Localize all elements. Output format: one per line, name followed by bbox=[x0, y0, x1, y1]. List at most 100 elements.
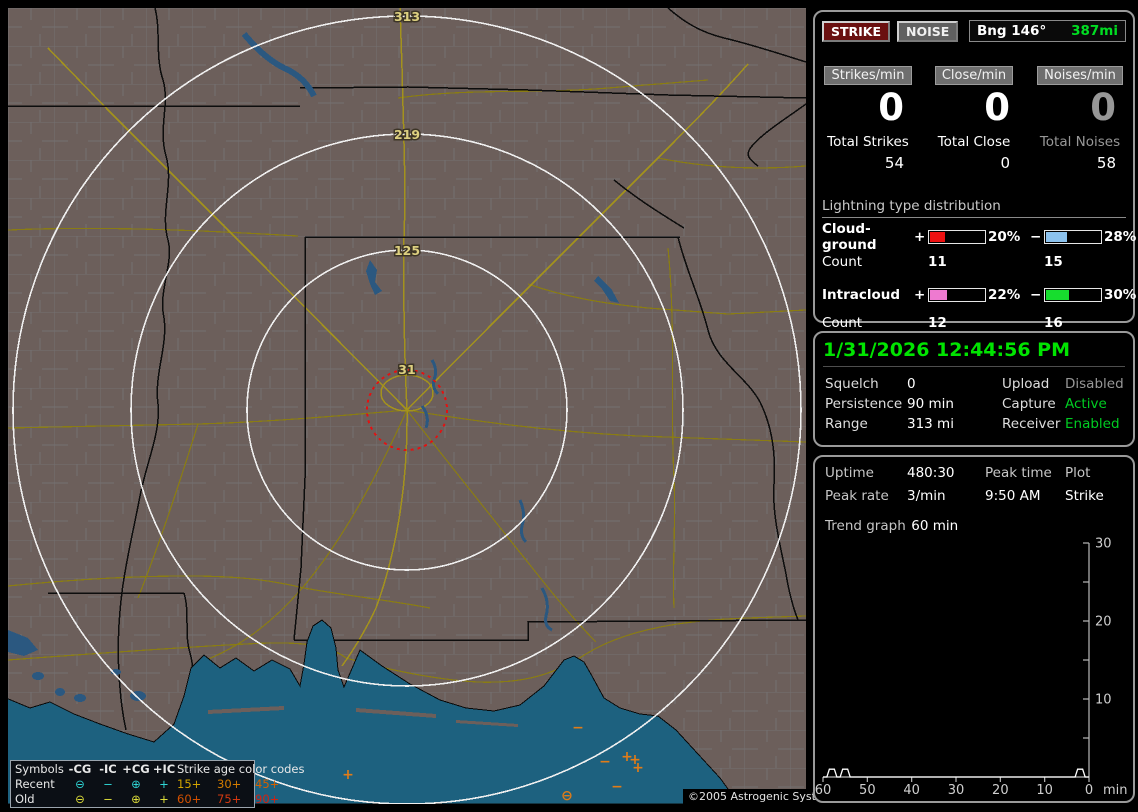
legend-symbols-title: Symbols bbox=[15, 762, 64, 776]
svg-text:30: 30 bbox=[948, 783, 965, 798]
close-column: Close/min 0 Total Close 0 bbox=[928, 66, 1020, 172]
svg-text:60: 60 bbox=[815, 783, 831, 798]
minus-sign: − bbox=[1030, 286, 1042, 303]
upload-label: Upload bbox=[1002, 376, 1050, 392]
status-grid: Squelch 0 Upload Disabled Persistence 90… bbox=[825, 376, 1133, 432]
cloud-ground-count-row: Count 11 15 bbox=[822, 249, 1126, 274]
cg-negative-pct: 28% bbox=[1104, 229, 1137, 245]
range-ring-label-313: 313 bbox=[394, 9, 420, 24]
noises-column: Noises/min 0 Total Noises 58 bbox=[1034, 66, 1126, 172]
receiver-label: Receiver bbox=[1002, 416, 1061, 432]
recent-neg-cg-icon: ⊖ bbox=[75, 777, 85, 791]
total-noises-label: Total Noises bbox=[1039, 134, 1121, 150]
status-panel: 1/31/2026 12:44:56 PM Squelch 0 Upload D… bbox=[813, 331, 1135, 447]
range-ring-label-125: 125 bbox=[394, 243, 420, 258]
recent-pos-cg-icon: ⊕ bbox=[131, 777, 141, 791]
datetime-display: 1/31/2026 12:44:56 PM bbox=[823, 339, 1125, 367]
ic-negative-count: 16 bbox=[1044, 314, 1063, 331]
session-panel: Uptime 480:30 Peak time Plot Peak rate 3… bbox=[813, 455, 1135, 803]
age-code-75: 75+ bbox=[217, 792, 242, 806]
squelch-value: 0 bbox=[907, 376, 916, 392]
receiver-state: Enabled bbox=[1065, 416, 1120, 432]
svg-text:20: 20 bbox=[1095, 615, 1112, 630]
intracloud-row: Intracloud + 22% − 30% bbox=[822, 282, 1136, 307]
noises-per-min-badge: Noises/min bbox=[1037, 66, 1123, 85]
rate-counters: Strikes/min 0 Total Strikes 54 Close/min… bbox=[815, 66, 1133, 172]
svg-text:30: 30 bbox=[1095, 537, 1112, 552]
strike-symbol: + bbox=[342, 767, 354, 783]
capture-state: Active bbox=[1065, 396, 1107, 412]
old-neg-cg-icon: ⊖ bbox=[75, 792, 85, 806]
trend-graph-chart: 10 20 30 60 50 40 30 20 10 0 min bbox=[815, 537, 1128, 799]
cg-negative-count: 15 bbox=[1044, 253, 1063, 270]
intracloud-label: Intracloud bbox=[822, 286, 901, 303]
range-ring-label-31: 31 bbox=[398, 362, 415, 377]
old-pos-ic-icon: + bbox=[159, 792, 169, 806]
total-strikes-label: Total Strikes bbox=[827, 134, 909, 150]
close-per-min-badge: Close/min bbox=[934, 66, 1014, 85]
age-code-30: 30+ bbox=[217, 777, 242, 791]
total-close-value: 0 bbox=[1000, 154, 1010, 172]
strikes-column: Strikes/min 0 Total Strikes 54 bbox=[822, 66, 914, 172]
count-label: Count bbox=[822, 253, 863, 270]
ic-negative-bar bbox=[1044, 287, 1102, 302]
cg-positive-bar bbox=[928, 230, 986, 244]
capture-label: Capture bbox=[1002, 396, 1056, 412]
svg-text:0: 0 bbox=[1085, 783, 1093, 798]
strikes-per-min-badge: Strikes/min bbox=[824, 66, 912, 85]
age-code-15: 15+ bbox=[177, 777, 202, 791]
svg-text:50: 50 bbox=[859, 783, 876, 798]
recent-neg-ic-icon: − bbox=[103, 777, 113, 791]
legend-age-title: Strike age color codes bbox=[177, 762, 305, 776]
strike-symbol: ⊖ bbox=[561, 788, 573, 804]
strike-symbol: − bbox=[599, 754, 611, 770]
cloud-ground-label: Cloud-ground bbox=[822, 221, 877, 253]
ic-positive-bar bbox=[928, 287, 986, 302]
age-code-45: 45+ bbox=[255, 777, 280, 791]
strike-mode-button[interactable]: STRIKE bbox=[822, 20, 891, 42]
cg-positive-pct: 20% bbox=[988, 229, 1021, 245]
noises-rate-value: 0 bbox=[1090, 86, 1116, 129]
age-code-90: 90+ bbox=[255, 792, 280, 806]
close-rate-value: 0 bbox=[984, 86, 1010, 129]
recent-pos-ic-icon: + bbox=[159, 777, 169, 791]
ic-positive-pct: 22% bbox=[988, 286, 1021, 303]
distribution-title: Lightning type distribution bbox=[822, 198, 1126, 218]
minus-sign: − bbox=[1030, 229, 1042, 245]
svg-text:min: min bbox=[1103, 783, 1128, 798]
mode-toggle-row: STRIKE NOISE Bng 146° 387mi bbox=[822, 20, 1126, 42]
range-label: Range bbox=[825, 416, 868, 432]
radar-map-panel: 313 219 125 31 + − − + + + − ⊖ Symbols -CG -IC +CG… bbox=[8, 8, 845, 808]
lightning-map[interactable]: 31321912531 +−− +++−⊖ bbox=[8, 8, 806, 804]
squelch-label: Squelch bbox=[825, 376, 879, 392]
legend-old-label: Old bbox=[15, 792, 35, 806]
svg-text:10: 10 bbox=[1095, 693, 1112, 708]
nexstorm-lightning-app: { "header": { "strike_btn": "STRIKE", "n… bbox=[0, 0, 1138, 812]
persistence-label: Persistence bbox=[825, 396, 903, 412]
total-noises-value: 58 bbox=[1096, 154, 1116, 172]
svg-text:40: 40 bbox=[903, 783, 920, 798]
legend-col-pos-cg: +CG bbox=[122, 762, 150, 776]
symbols-legend: Symbols -CG -IC +CG +IC Strike age color… bbox=[10, 760, 305, 808]
count-label: Count bbox=[822, 314, 863, 331]
range-ring-label-219: 219 bbox=[394, 127, 420, 142]
legend-col-neg-cg: -CG bbox=[68, 762, 92, 776]
cg-negative-bar bbox=[1044, 230, 1102, 244]
strike-symbol: + bbox=[632, 760, 644, 776]
legend-col-neg-ic: -IC bbox=[99, 762, 117, 776]
strike-symbol: − bbox=[572, 720, 584, 736]
total-strikes-value: 54 bbox=[884, 154, 904, 172]
persistence-value: 90 min bbox=[907, 396, 954, 412]
upload-state: Disabled bbox=[1065, 376, 1124, 392]
old-neg-ic-icon: − bbox=[103, 792, 113, 806]
ic-positive-count: 12 bbox=[928, 314, 947, 331]
counters-panel: STRIKE NOISE Bng 146° 387mi Strikes/min … bbox=[813, 10, 1137, 331]
bearing-value: Bng 146° bbox=[977, 23, 1047, 39]
cg-positive-count: 11 bbox=[928, 253, 947, 270]
noise-mode-button[interactable]: NOISE bbox=[897, 20, 959, 42]
strike-symbol: − bbox=[611, 779, 623, 795]
range-value: 313 mi bbox=[907, 416, 954, 432]
svg-text:20: 20 bbox=[992, 783, 1009, 798]
age-code-60: 60+ bbox=[177, 792, 202, 806]
legend-col-pos-ic: +IC bbox=[152, 762, 176, 776]
